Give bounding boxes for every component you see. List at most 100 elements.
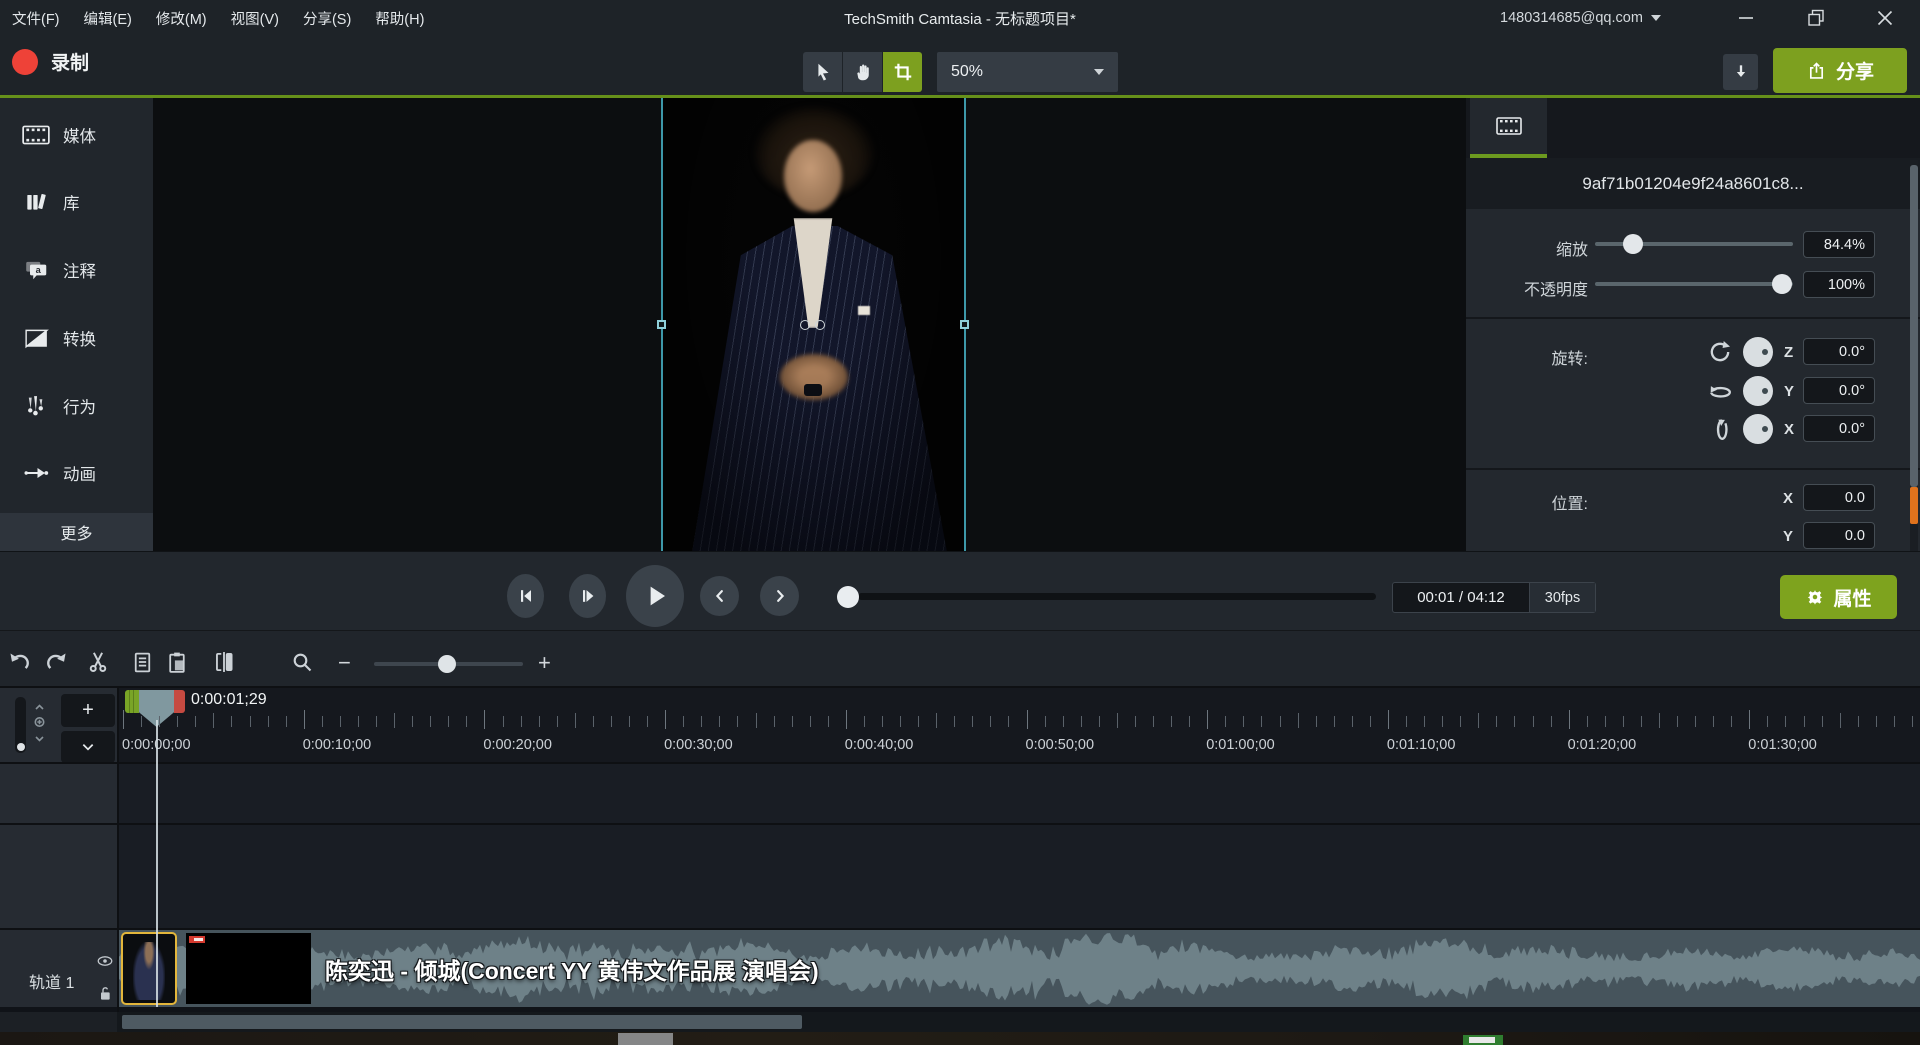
rotate-z-icon (1706, 338, 1734, 366)
previous-frame-button[interactable] (507, 574, 544, 618)
export-download-button[interactable] (1723, 54, 1758, 90)
rotation-x-knob[interactable] (1743, 414, 1773, 444)
hand-icon (852, 61, 874, 83)
play-button[interactable] (626, 565, 684, 627)
seek-slider[interactable] (858, 593, 1376, 600)
filmstrip-icon (1495, 115, 1523, 137)
sidebar-item-library[interactable]: 库 (0, 177, 153, 227)
minimize-button[interactable] (1723, 0, 1769, 36)
sidebar-more-button[interactable]: 更多 (0, 513, 153, 551)
desktop-artifact (618, 1033, 673, 1045)
anchor-point-icon[interactable] (800, 320, 810, 330)
play-icon (640, 581, 670, 611)
copy-button[interactable] (128, 648, 156, 676)
canvas-zoom-dropdown[interactable]: 50% (937, 52, 1118, 92)
rotation-y-knob[interactable] (1743, 376, 1773, 406)
restore-button[interactable] (1793, 0, 1839, 36)
timeline-zoom-in-button[interactable]: + (538, 650, 551, 676)
rotation-y-input[interactable]: 0.0° (1803, 377, 1875, 404)
opacity-value-input[interactable]: 100% (1803, 271, 1875, 298)
rotation-point-icon[interactable] (815, 320, 825, 330)
resize-handle-right[interactable] (960, 320, 969, 329)
opacity-slider-knob[interactable] (1772, 274, 1792, 294)
rotation-z-input[interactable]: 0.0° (1803, 338, 1875, 365)
cut-button[interactable] (84, 648, 112, 676)
account-menu[interactable]: 1480314685@qq.com (1500, 0, 1661, 36)
framerate-display: 30fps (1529, 583, 1595, 612)
menu-item-5[interactable]: 帮助(H) (363, 0, 436, 36)
chevron-down-icon (1094, 69, 1104, 75)
media-clip[interactable]: 陈奕迅 - 倾城(Concert YY 黄伟文作品展 演唱会) (117, 930, 1920, 1007)
empty-track-area[interactable] (117, 762, 1920, 823)
track-scroll-dot[interactable] (17, 743, 25, 751)
timeline-ruler[interactable] (117, 686, 1920, 762)
books-icon (23, 189, 49, 215)
rotate-y-icon (1706, 377, 1734, 405)
sidebar-item-transitions[interactable]: 转换 (0, 313, 153, 363)
menu-item-3[interactable]: 视图(V) (219, 0, 291, 36)
canvas-video-media[interactable] (662, 98, 965, 551)
properties-button[interactable]: 属性 (1780, 575, 1897, 619)
scale-value-input[interactable]: 84.4% (1803, 231, 1875, 258)
timeline-hscrollbar-thumb[interactable] (122, 1015, 802, 1029)
animation-arrow-icon (22, 461, 50, 485)
sidebar-item-animations[interactable]: 动画 (0, 448, 153, 498)
track-lock-toggle[interactable] (97, 984, 113, 1002)
download-arrow-icon (1731, 62, 1751, 82)
callout-icon: a (23, 257, 50, 283)
resize-handle-left[interactable] (657, 320, 666, 329)
menu-item-2[interactable]: 修改(M) (144, 0, 219, 36)
axis-label: Y (1784, 383, 1794, 400)
menu-item-1[interactable]: 编辑(E) (72, 0, 144, 36)
gear-icon (1805, 587, 1825, 607)
empty-track-area[interactable] (117, 823, 1920, 928)
chevron-down-icon (80, 739, 96, 755)
playhead-out-handle[interactable] (174, 690, 185, 713)
track-height-zoom-control[interactable] (32, 703, 47, 743)
paste-button[interactable] (163, 648, 191, 676)
step-frame-icon (578, 586, 598, 606)
magnifier-icon (290, 650, 314, 674)
media-properties-tab[interactable] (1470, 98, 1547, 154)
clip-video-thumbnail (186, 933, 311, 1004)
menu-item-0[interactable]: 文件(F) (0, 0, 72, 36)
crop-tool-button[interactable] (883, 52, 922, 92)
add-track-button[interactable]: + (61, 694, 115, 727)
share-button[interactable]: 分享 (1773, 48, 1907, 93)
sidebar-item-media[interactable]: 媒体 (0, 110, 153, 160)
split-button[interactable] (210, 648, 238, 676)
position-y-input[interactable]: 0.0 (1803, 522, 1875, 549)
jump-forward-button[interactable] (760, 576, 799, 616)
sidebar-item-label: 转换 (63, 326, 96, 350)
close-button[interactable] (1862, 0, 1908, 36)
timeline-zoom-out-button[interactable]: − (338, 650, 351, 676)
filmstrip-icon (21, 123, 51, 147)
track-visibility-toggle[interactable] (96, 954, 114, 968)
playhead-in-handle[interactable] (125, 690, 139, 713)
panel-divider (1466, 468, 1920, 470)
pan-tool-button[interactable] (843, 52, 882, 92)
panel-scrollbar-thumb[interactable] (1910, 165, 1918, 487)
redo-button[interactable] (42, 648, 70, 676)
rotation-x-input[interactable]: 0.0° (1803, 415, 1875, 442)
position-x-input[interactable]: 0.0 (1803, 484, 1875, 511)
undo-button[interactable] (6, 648, 34, 676)
cursor-icon (812, 61, 834, 83)
sidebar-item-annotations[interactable]: a 注释 (0, 245, 153, 295)
sidebar-item-behaviors[interactable]: 行为 (0, 381, 153, 431)
scale-slider-knob[interactable] (1623, 234, 1643, 254)
opacity-slider[interactable] (1595, 282, 1793, 286)
ruler-label: 0:01:10;00 (1387, 737, 1456, 753)
selected-clip-thumbnail[interactable] (121, 932, 177, 1005)
jump-back-button[interactable] (700, 576, 739, 616)
select-tool-button[interactable] (803, 52, 842, 92)
collapse-tracks-button[interactable] (61, 731, 115, 763)
seek-slider-knob[interactable] (837, 586, 859, 608)
time-display: 00:01 / 04:12 30fps (1392, 582, 1596, 613)
rotation-z-knob[interactable] (1743, 337, 1773, 367)
timeline-zoom-slider-knob[interactable] (438, 655, 456, 673)
record-button[interactable]: 录制 (12, 48, 89, 75)
menu-item-4[interactable]: 分享(S) (291, 0, 363, 36)
sidebar-item-label: 注释 (63, 258, 96, 282)
step-forward-button[interactable] (569, 574, 606, 618)
